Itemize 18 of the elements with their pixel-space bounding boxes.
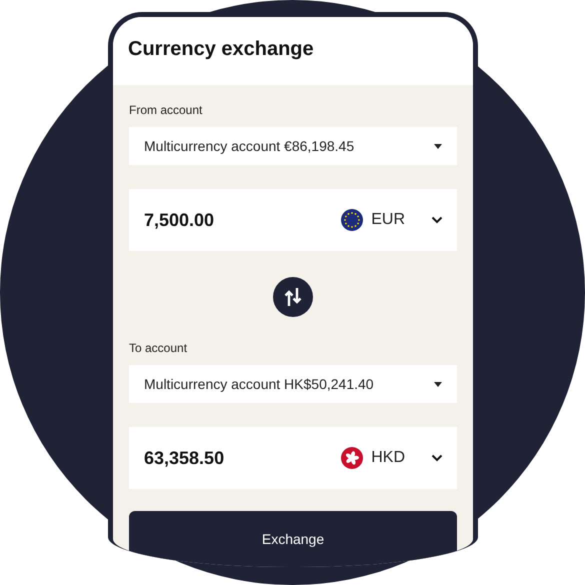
dropdown-caret-icon bbox=[434, 144, 442, 148]
amount-input[interactable]: 63,358.50 bbox=[144, 444, 224, 472]
amount-input[interactable]: 7,500.00 bbox=[144, 206, 214, 234]
chevron-down-icon bbox=[431, 454, 443, 462]
account-dropdown[interactable]: Multicurrency account HK$50,241.40 bbox=[129, 365, 457, 403]
currency-selector[interactable]: HKD bbox=[341, 446, 443, 470]
chevron-down-icon bbox=[431, 216, 443, 224]
screen-title: Currency exchange bbox=[128, 39, 314, 59]
flag-icon bbox=[341, 447, 364, 469]
exchange-button[interactable]: Exchange bbox=[129, 511, 457, 567]
flag-icon bbox=[341, 209, 364, 231]
dropdown-caret-icon bbox=[434, 382, 442, 386]
swap-arrows-icon bbox=[284, 287, 302, 307]
swap-button[interactable] bbox=[273, 277, 313, 317]
account-dropdown[interactable]: Multicurrency account €86,198.45 bbox=[129, 127, 457, 165]
currency-selector[interactable]: EUR bbox=[341, 208, 443, 232]
field-label: To account bbox=[129, 340, 188, 357]
field-label: From account bbox=[129, 102, 202, 119]
